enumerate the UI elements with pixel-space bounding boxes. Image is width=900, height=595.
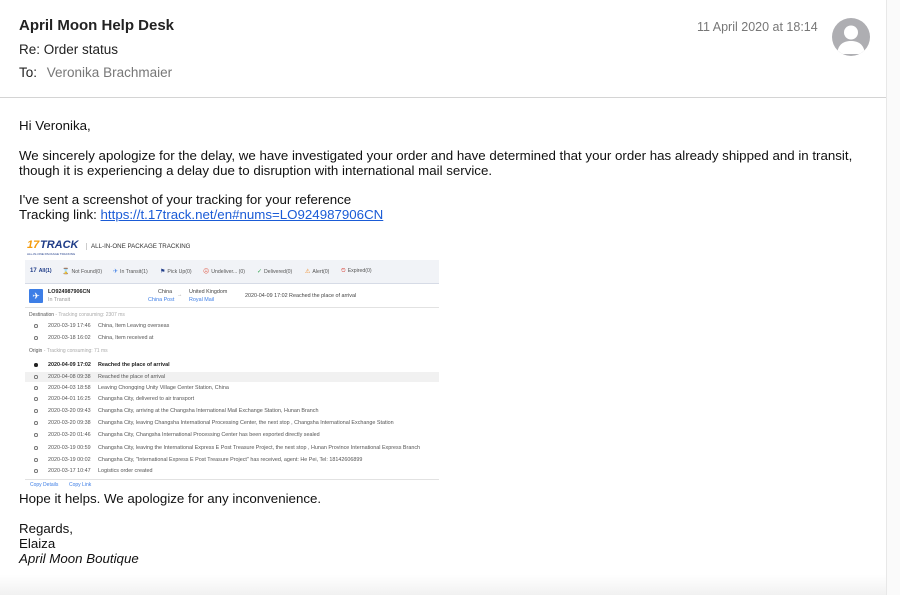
origin-event-row: 2020-03-20 01:46 Changsha City, Changsha … (25, 430, 439, 440)
origin-country: China (158, 289, 173, 295)
dest-event-row: 2020-03-19 17:46 China, Item Leaving over… (25, 321, 439, 331)
person-icon (832, 18, 870, 56)
regards: Regards, (19, 521, 73, 536)
origin-event-row: 2020-03-19 00:02 Changsha City, "Internat… (25, 455, 439, 465)
greeting: Hi Veronika, (19, 118, 91, 133)
email-subject: Re: Order status (19, 42, 119, 57)
tracking-number: LO924987906CN (48, 289, 91, 295)
origin-event-row: 2020-03-19 00:59 Changsha City, leaving t… (25, 443, 439, 453)
bottom-fade (0, 575, 886, 595)
dest-country: United Kingdom (189, 289, 228, 295)
tab-undelivered: ☹ Undeliver... (0) (203, 269, 245, 275)
scrollbar[interactable] (886, 0, 900, 595)
email-date: 11 April 2020 at 18:14 (697, 20, 818, 34)
recipient-name[interactable]: Veronika Brachmaier (47, 65, 172, 80)
tab-in-transit: ✈ In Transit(1) (113, 269, 148, 275)
origin-event-row: 2020-04-01 16:25 Changsha City, delivered… (25, 394, 439, 404)
tab-expired: ⏲ Expired(0) (341, 268, 372, 274)
tracking-link-label: Tracking link: (19, 207, 101, 222)
copy-details-link: Copy Details (30, 482, 59, 488)
apology-paragraph: We sincerely apologize for the delay, we… (19, 148, 853, 178)
copy-link-link: Copy Link (69, 482, 92, 488)
screenshot-note: I've sent a screenshot of your tracking … (19, 192, 352, 207)
dest-carrier: Royal Mail (189, 297, 215, 303)
email-header: April Moon Help Desk Re: Order status To… (0, 0, 886, 98)
tracking-card: ✈ LO924987906CN In Transit China China P… (25, 286, 439, 308)
tracking-link[interactable]: https://t.17track.net/en#nums=LO92498790… (101, 207, 384, 222)
signature-name: Elaiza (19, 536, 56, 551)
tab-not-found: ⌛ Not Found(0) (62, 269, 103, 275)
signature-shop: April Moon Boutique (19, 551, 139, 566)
origin-event-row: 2020-03-20 09:38 Changsha City, leaving C… (25, 418, 439, 428)
tracking-tagline: ALL-IN-ONE PACKAGE TRACKING (86, 243, 190, 250)
tracking-footer: Copy Details Copy Link (25, 479, 439, 489)
tab-delivered: ✓ Delivered(0) (257, 269, 293, 275)
tab-pick-up: ⚑ Pick Up(0) (160, 269, 192, 275)
latest-event: 2020-04-09 17:02 Reached the place of ar… (245, 293, 357, 299)
tracking-screenshot: 17 TRACK ALL-IN-ONE PACKAGE TRACKING ALL… (23, 234, 441, 490)
sender-name: April Moon Help Desk (19, 17, 175, 34)
closing-paragraph: Hope it helps. We apologize for any inco… (19, 491, 322, 506)
origin-section-title: Origin - Tracking consuming: 71 ms (29, 348, 108, 354)
plane-icon: ✈ (29, 289, 43, 303)
tab-all: 17 All(1) (30, 268, 52, 274)
origin-event-row: 2020-03-17 10:47 Logistics order created (25, 466, 439, 476)
dest-event-row: 2020-03-18 16:02 China, Item received at (25, 333, 439, 343)
17track-logo: 17 TRACK ALL-IN-ONE PACKAGE TRACKING (27, 239, 79, 256)
origin-event-row: 2020-04-03 18:58 Leaving Chongqing Unity … (25, 383, 439, 393)
tracking-tabs: 17 All(1) ⌛ Not Found(0) ✈ In Transit(1) ⚑ P… (25, 260, 439, 284)
destination-section-title: Destination - Tracking consuming: 2307 m… (29, 312, 125, 318)
origin-carrier: China Post (148, 297, 175, 303)
recipient-row: To: Veronika Brachmaier (19, 65, 172, 80)
route-arrow-icon: → (177, 292, 183, 298)
origin-event-row: 2020-04-08 09:38 Reached the place of arr… (25, 372, 439, 382)
tracking-status: In Transit (48, 297, 71, 303)
origin-event-row: 2020-03-20 09:43 Changsha City, arriving … (25, 406, 439, 416)
origin-event-row: 2020-04-09 17:02 Reached the place of arr… (25, 360, 439, 370)
tracking-link-line: Tracking link: https://t.17track.net/en#… (19, 207, 383, 222)
to-label: To: (19, 65, 38, 80)
tab-alert: ⚠ Alert(0) (305, 269, 330, 275)
